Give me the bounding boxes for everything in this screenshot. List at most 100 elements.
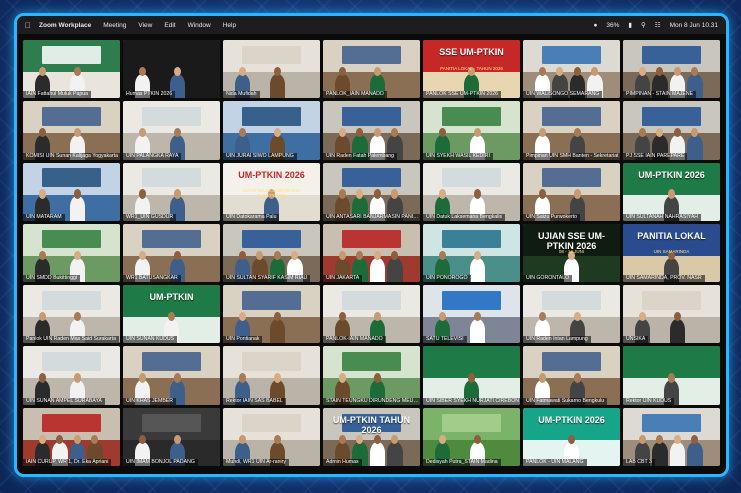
video-tile[interactable]: UM-PTKIN UIN SUNAN KUDUS: [123, 285, 220, 344]
video-tile[interactable]: PJ SSE IAIN PAREPARE: [623, 101, 720, 160]
wall-screen: [342, 352, 401, 371]
video-tile[interactable]: UIN Raden Fatah Palembang: [323, 101, 420, 160]
video-tile[interactable]: UIN ANTASARI BANJARMASIN PANITIA: [323, 162, 420, 221]
video-tile[interactable]: UIN KHAS JEMBER: [123, 346, 220, 405]
participant-head: [39, 311, 46, 322]
tile-banner-subtext: UJIAN SELEKSI BERBASIS ELEKTRONIK: [243, 188, 300, 199]
video-tile[interactable]: UIN Pontianak: [223, 285, 320, 344]
video-tile[interactable]: UJIAN SSE UM-PTKIN 2026 08 - 14 JUNI UIN G…: [523, 223, 620, 283]
apple-icon[interactable]: : [25, 21, 31, 30]
video-tile[interactable]: SATU TELEVISI: [423, 285, 520, 344]
participant-head: [39, 66, 46, 77]
video-tile[interactable]: UM-PTKIN TAHUN 2026 Admin Humas: [323, 407, 420, 466]
participant-name-label: UIN SAMARINDA, PROV. NASR: [623, 275, 705, 283]
video-tile[interactable]: UIN PALANGKA RAYA: [123, 101, 220, 160]
participant-name-label: UIN SMDD Bukittinggi: [23, 275, 81, 283]
wall-screen: [442, 413, 501, 433]
participant-name-label: Admin Humas: [323, 458, 362, 466]
video-tile[interactable]: LAB CBT 3: [623, 407, 720, 466]
video-tile[interactable]: UIN JAKARTA: [323, 223, 420, 283]
wifi-icon[interactable]: ●: [593, 22, 597, 29]
participant-name-label: IAIN CURUP, WR 1, Dr. Eka Apriani: [23, 458, 112, 466]
video-tile[interactable]: UIN SIBER SYEKH NURJATI CIREBON: [423, 346, 520, 405]
video-tile[interactable]: Humas PTKIN 2026: [123, 40, 220, 99]
tile-banner-text: UM-PTKIN 2026: [538, 414, 605, 425]
participant-name-label: UIN Fatmawati Sukarno Bengkulu: [523, 397, 608, 405]
participant-name-label: IAIN Fattahul Muluk Papua: [23, 91, 91, 99]
video-tile[interactable]: UIN IMAM BONJOL PADANG: [123, 407, 220, 466]
participant-head: [273, 434, 281, 444]
video-tile[interactable]: SSE UM-PTKIN PANITIA LOKAL · TAHUN 2026 PA…: [423, 40, 520, 99]
video-tile[interactable]: UIN WALISONGO SEMARANG: [523, 40, 620, 99]
participant-name-label: UIN SUNAN AMPEL SURABAYA: [23, 397, 106, 405]
participant-name-label: KOMISI UIN Sunan Kalijaga Yogyakarta: [23, 152, 120, 160]
video-tile[interactable]: UM-PTKIN 2026 PANLOK - UIN MALANG: [523, 407, 620, 466]
wall-screen: [442, 107, 501, 126]
participant-head: [439, 189, 446, 199]
video-tile[interactable]: UIN Datuk Laksemana Bengkalis: [423, 162, 520, 221]
video-tile[interactable]: UIN SMDD Bukittinggi: [23, 223, 120, 283]
participant-head: [239, 250, 246, 260]
menu-window[interactable]: Window: [188, 22, 211, 29]
app-menu[interactable]: Zoom Workplace: [39, 22, 91, 29]
participant-name-label: Nida Mufidah: [223, 91, 260, 99]
participant-head: [539, 311, 546, 322]
video-tile[interactable]: PANLOK_IAIN MANADO: [323, 40, 420, 99]
video-tile[interactable]: Muhdi, WR1 UIN Ar-raniry: [223, 407, 320, 466]
video-tile[interactable]: WR1_UIN GUSDUR: [123, 162, 220, 221]
participant-head: [473, 128, 481, 138]
video-tile[interactable]: IAIN Fattahul Muluk Papua: [23, 40, 120, 99]
participant-name-label: SATU TELEVISI: [423, 336, 467, 344]
wall-screen: [442, 229, 501, 249]
video-tile[interactable]: UIN SUNAN AMPEL SURABAYA: [23, 346, 120, 405]
menu-meeting[interactable]: Meeting: [103, 22, 126, 29]
menu-view[interactable]: View: [138, 22, 152, 29]
video-tile[interactable]: WR1 BATUSANGKAR: [123, 223, 220, 283]
wall-screen: [442, 168, 501, 188]
video-tile[interactable]: UIN SYEKH WASIL KEDIRI: [423, 101, 520, 160]
participant-head: [473, 434, 481, 444]
participant-figure: [369, 257, 386, 283]
menu-help[interactable]: Help: [223, 22, 236, 29]
participant-name-label: UIN KHAS JEMBER: [123, 397, 176, 405]
video-tile[interactable]: UIN JURAI SIWO LAMPUNG: [223, 101, 320, 160]
tile-banner-text: UM-PTKIN 2026: [238, 169, 305, 180]
video-tile[interactable]: Rektor UIN KUDUS: [623, 346, 720, 405]
video-tile[interactable]: UM-PTKIN 2026 UJIAN SELEKSI BERBASIS ELEK…: [223, 162, 320, 221]
tile-banner-text: UJIAN SSE UM-PTKIN 2026: [537, 230, 605, 251]
wall-screen: [342, 107, 401, 126]
video-tile[interactable]: UIN SULTAN SYARIF KASIM RIAU: [223, 223, 320, 283]
video-tile[interactable]: Nida Mufidah: [223, 40, 320, 99]
video-tile[interactable]: PANLOK-IAIN MANADO: [323, 285, 420, 344]
tile-banner-subtext: UIN SAMARINDA: [653, 249, 690, 255]
participant-figure: [687, 135, 703, 160]
video-tile[interactable]: UM-PTKIN 2026 UIN SULTANAH NAHRASIYAH: [623, 162, 720, 221]
video-tile[interactable]: Pimpinan UIN SMH Banten - Sekretariat: [523, 101, 620, 160]
participant-figure: [469, 257, 486, 283]
video-tile[interactable]: PANITIA LOKAL UIN SAMARINDA UIN SAMARINDA,…: [623, 223, 720, 283]
wall-screen: [342, 45, 401, 65]
battery-icon[interactable]: ▮: [628, 21, 632, 29]
menu-edit[interactable]: Edit: [164, 22, 175, 29]
participant-name-label: UIN Datokarama Palu: [223, 213, 280, 221]
video-tile[interactable]: UIN PONOROGO: [423, 223, 520, 283]
video-tile[interactable]: UNSIKA: [623, 285, 720, 344]
video-tile[interactable]: STAIN TEUNGKU DIRUNDENG MEULABOH: [323, 346, 420, 405]
video-tile[interactable]: IAIN CURUP, WR 1, Dr. Eka Apriani: [23, 407, 120, 466]
control-center-icon[interactable]: ☷: [655, 21, 661, 29]
video-tile[interactable]: Dedisyah Putra_STAIN Madina: [423, 407, 520, 466]
video-tile[interactable]: UIN Saizu Purwokerto: [523, 162, 620, 221]
participant-head: [539, 128, 546, 138]
video-tile[interactable]: Panlok UIN Raden Mas Said Surakarta: [23, 285, 120, 344]
video-tile[interactable]: Rektor IAIN SAS BABEL: [223, 346, 320, 405]
video-tile[interactable]: UIN MATARAM: [23, 162, 120, 221]
mac-menubar:  Zoom Workplace Meeting View Edit Windo…: [17, 16, 726, 34]
search-icon[interactable]: ⚲: [641, 21, 646, 29]
participant-name-label: UNSIKA: [623, 336, 649, 344]
video-tile[interactable]: PIMPINAN - STAIN MAJENE: [623, 40, 720, 99]
wall-screen: [42, 352, 101, 371]
video-tile[interactable]: KOMISI UIN Sunan Kalijaga Yogyakarta: [23, 101, 120, 160]
participant-head: [91, 434, 99, 444]
video-tile[interactable]: UIN Fatmawati Sukarno Bengkulu: [523, 346, 620, 405]
video-tile[interactable]: UIN Raden Intan Lampung: [523, 285, 620, 344]
